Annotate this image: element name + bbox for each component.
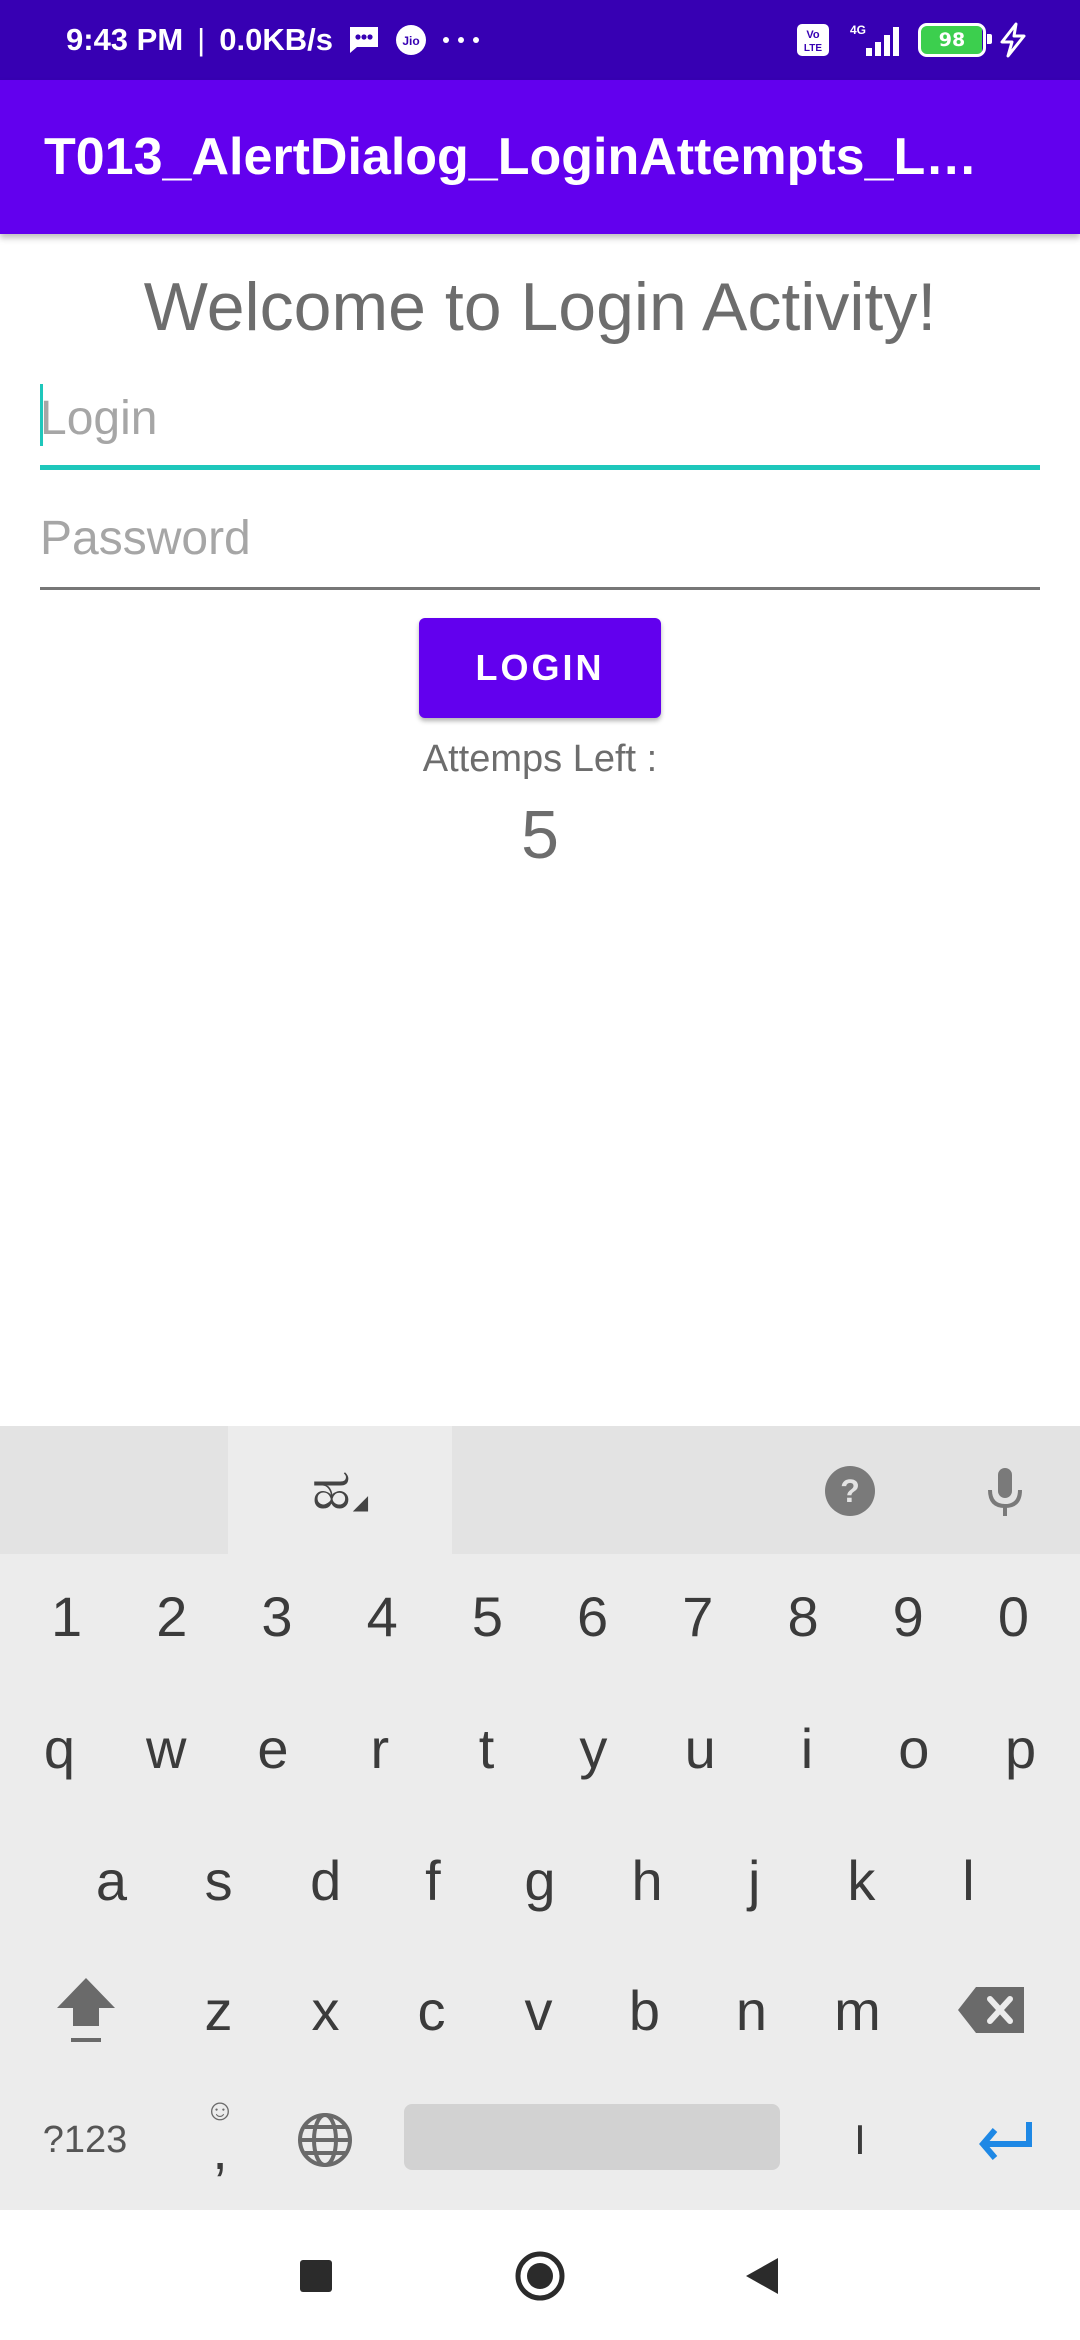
status-left: 9:43 PM | 0.0KB/s Jio [66,0,481,80]
navigation-bar [0,2210,1080,2340]
language-switch-key[interactable]: ಹ ◢ [228,1426,452,1554]
key-k[interactable]: k [808,1830,915,1930]
back-triangle-icon[interactable] [740,2252,788,2300]
key-x[interactable]: x [272,1960,379,2060]
comma-emoji-key[interactable]: ☺ , [170,2090,270,2190]
key-v[interactable]: v [485,1960,592,2060]
volte-icon: Vo LTE [797,24,829,56]
microphone-icon[interactable] [978,1464,1032,1518]
signal-icon: 4G [850,23,899,56]
password-input[interactable] [40,490,1040,586]
network-type-label: 4G [850,23,866,37]
shift-key[interactable] [32,1960,139,2060]
shift-icon [56,1978,115,2042]
password-underline [40,587,1040,590]
qwerty-row: q w e r t y u i o p [0,1698,1080,1798]
charging-icon [1000,22,1026,58]
key-4[interactable]: 4 [330,1566,435,1666]
emoji-hint-icon: ☺ [204,2094,236,2127]
more-dots-icon [442,37,479,43]
key-n[interactable]: n [698,1960,805,2060]
bottom-row: ?123 ☺ , I [0,2090,1080,2190]
home-circle-icon[interactable] [514,2250,566,2302]
login-button[interactable]: LOGIN [419,618,661,718]
language-key-label: ಹ [311,1457,351,1522]
key-0[interactable]: 0 [961,1566,1066,1666]
svg-text:LTE: LTE [804,43,822,54]
key-w[interactable]: w [113,1698,220,1798]
number-row: 1 2 3 4 5 6 7 8 9 0 [0,1566,1080,1666]
recents-square-icon[interactable] [292,2252,340,2300]
enter-arrow-icon [979,2122,1032,2160]
key-d[interactable]: d [272,1830,379,1930]
key-j[interactable]: j [701,1830,808,1930]
app-title: T013_AlertDialog_LoginAttempts_L… [44,128,978,186]
key-a[interactable]: a [58,1830,165,1930]
key-q[interactable]: q [6,1698,113,1798]
text-cursor [40,384,43,446]
key-9[interactable]: 9 [856,1566,961,1666]
battery-indicator: 98 [918,23,992,57]
key-l[interactable]: l [915,1830,1022,1930]
globe-key[interactable] [285,2090,365,2190]
symbols-key[interactable]: ?123 [20,2090,150,2190]
key-z[interactable]: z [165,1960,272,2060]
help-icon[interactable]: ? [823,1464,877,1518]
key-3[interactable]: 3 [224,1566,329,1666]
keyboard-toolbar: ಹ ◢ ? [0,1426,1080,1554]
login-field[interactable] [40,370,1040,470]
status-speed: 0.0KB/s [219,22,333,57]
zxcv-row: z x c v b n m [0,1960,1080,2060]
status-separator: | [197,22,206,57]
battery-level: 98 [938,29,966,51]
app-bar: T013_AlertDialog_LoginAttempts_L… [0,80,1080,234]
key-r[interactable]: r [326,1698,433,1798]
key-m[interactable]: m [804,1960,911,2060]
key-s[interactable]: s [165,1830,272,1930]
globe-icon [298,2113,352,2167]
key-7[interactable]: 7 [645,1566,750,1666]
status-time: 9:43 PM [66,22,184,57]
triangle-icon: ◢ [352,1490,369,1514]
backspace-key[interactable] [938,1960,1045,2060]
key-f[interactable]: f [379,1830,486,1930]
key-h[interactable]: h [594,1830,701,1930]
key-8[interactable]: 8 [750,1566,855,1666]
status-bar: 9:43 PM | 0.0KB/s Jio Vo LTE 4G 98 [0,0,1080,80]
key-5[interactable]: 5 [435,1566,540,1666]
key-2[interactable]: 2 [119,1566,224,1666]
svg-text:?: ? [840,1473,860,1509]
attempts-left-label: Attemps Left : [422,738,658,780]
welcome-heading: Welcome to Login Activity! [143,269,937,345]
status-right: Vo LTE 4G 98 [796,0,1028,80]
key-g[interactable]: g [487,1830,594,1930]
key-e[interactable]: e [220,1698,327,1798]
svg-text:Vo: Vo [806,29,820,41]
password-field[interactable] [40,490,1040,590]
key-c[interactable]: c [378,1960,485,2060]
attempts-left-value: 5 [521,797,559,873]
svg-text:Jio: Jio [402,34,419,48]
key-o[interactable]: o [860,1698,967,1798]
key-t[interactable]: t [433,1698,540,1798]
jio-icon: Jio [395,25,426,55]
message-icon [349,27,378,53]
key-b[interactable]: b [591,1960,698,2060]
login-input[interactable] [40,370,1040,466]
asdf-row: a s d f g h j k l [0,1830,1080,1930]
key-u[interactable]: u [647,1698,754,1798]
space-bar[interactable] [404,2104,780,2170]
key-i[interactable]: i [754,1698,861,1798]
backspace-icon [957,1987,1024,2033]
key-y[interactable]: y [540,1698,647,1798]
key-p[interactable]: p [967,1698,1074,1798]
key-6[interactable]: 6 [540,1566,645,1666]
enter-key[interactable] [950,2090,1060,2190]
period-key[interactable]: I [810,2090,910,2190]
login-underline [40,465,1040,470]
key-1[interactable]: 1 [14,1566,119,1666]
